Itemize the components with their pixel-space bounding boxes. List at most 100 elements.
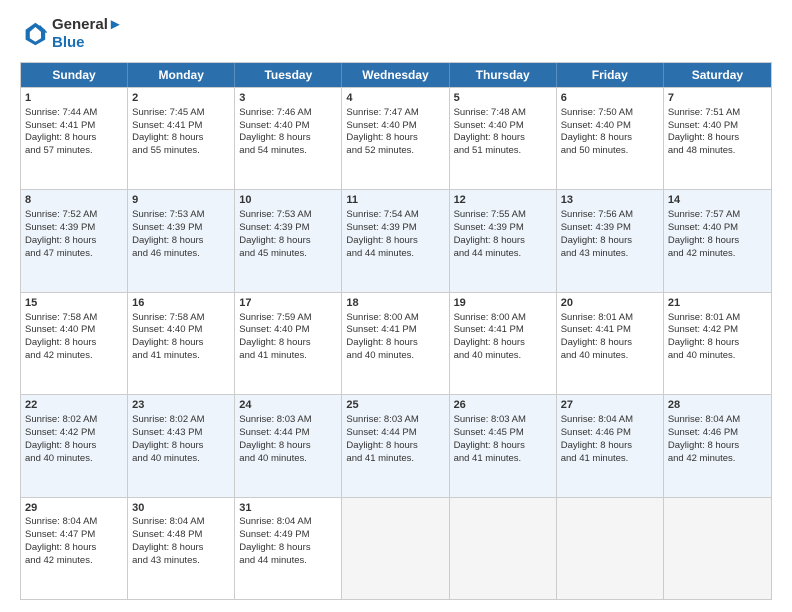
logo: General► Blue: [20, 16, 123, 52]
day-info-line: Sunrise: 8:03 AM: [239, 414, 337, 427]
day-info-line: and 41 minutes.: [132, 350, 230, 363]
day-cell-9: 9Sunrise: 7:53 AMSunset: 4:39 PMDaylight…: [128, 190, 235, 291]
day-info-line: Sunrise: 8:00 AM: [454, 312, 552, 325]
day-info-line: Sunset: 4:42 PM: [25, 427, 123, 440]
day-cell-26: 26Sunrise: 8:03 AMSunset: 4:45 PMDayligh…: [450, 395, 557, 496]
day-info-line: and 42 minutes.: [668, 248, 767, 261]
day-cell-2: 2Sunrise: 7:45 AMSunset: 4:41 PMDaylight…: [128, 88, 235, 189]
day-cell-18: 18Sunrise: 8:00 AMSunset: 4:41 PMDayligh…: [342, 293, 449, 394]
header-day-tuesday: Tuesday: [235, 63, 342, 87]
day-info-line: and 41 minutes.: [239, 350, 337, 363]
day-number: 31: [239, 501, 337, 516]
day-info-line: Sunset: 4:40 PM: [25, 324, 123, 337]
day-info-line: Daylight: 8 hours: [25, 235, 123, 248]
day-info-line: Daylight: 8 hours: [454, 132, 552, 145]
logo-text: General► Blue: [52, 16, 123, 52]
day-info-line: and 40 minutes.: [346, 350, 444, 363]
day-info-line: Sunset: 4:41 PM: [561, 324, 659, 337]
day-info-line: and 40 minutes.: [561, 350, 659, 363]
day-info-line: Sunrise: 7:44 AM: [25, 107, 123, 120]
day-info-line: and 43 minutes.: [561, 248, 659, 261]
day-number: 20: [561, 296, 659, 311]
day-info-line: Daylight: 8 hours: [132, 235, 230, 248]
header-day-wednesday: Wednesday: [342, 63, 449, 87]
day-number: 4: [346, 91, 444, 106]
calendar-body: 1Sunrise: 7:44 AMSunset: 4:41 PMDaylight…: [21, 87, 771, 599]
empty-cell: [342, 498, 449, 599]
day-info-line: Sunrise: 8:04 AM: [561, 414, 659, 427]
day-info-line: Daylight: 8 hours: [239, 337, 337, 350]
day-info-line: Daylight: 8 hours: [561, 132, 659, 145]
day-info-line: Sunset: 4:40 PM: [454, 120, 552, 133]
day-info-line: Sunrise: 8:03 AM: [346, 414, 444, 427]
day-info-line: Sunrise: 7:53 AM: [132, 209, 230, 222]
day-info-line: Sunset: 4:45 PM: [454, 427, 552, 440]
day-info-line: Daylight: 8 hours: [25, 132, 123, 145]
day-number: 29: [25, 501, 123, 516]
day-info-line: Daylight: 8 hours: [132, 542, 230, 555]
day-cell-16: 16Sunrise: 7:58 AMSunset: 4:40 PMDayligh…: [128, 293, 235, 394]
day-info-line: Sunset: 4:43 PM: [132, 427, 230, 440]
header-day-saturday: Saturday: [664, 63, 771, 87]
day-info-line: Sunset: 4:46 PM: [561, 427, 659, 440]
day-info-line: Sunset: 4:40 PM: [668, 120, 767, 133]
day-number: 7: [668, 91, 767, 106]
page: General► Blue SundayMondayTuesdayWednesd…: [0, 0, 792, 612]
calendar-header: SundayMondayTuesdayWednesdayThursdayFrid…: [21, 63, 771, 87]
day-cell-13: 13Sunrise: 7:56 AMSunset: 4:39 PMDayligh…: [557, 190, 664, 291]
day-info-line: Daylight: 8 hours: [132, 132, 230, 145]
day-cell-15: 15Sunrise: 7:58 AMSunset: 4:40 PMDayligh…: [21, 293, 128, 394]
day-info-line: Sunrise: 8:04 AM: [25, 516, 123, 529]
day-info-line: Sunrise: 8:04 AM: [239, 516, 337, 529]
day-info-line: and 48 minutes.: [668, 145, 767, 158]
day-info-line: Sunrise: 7:52 AM: [25, 209, 123, 222]
day-info-line: and 41 minutes.: [454, 453, 552, 466]
day-info-line: Daylight: 8 hours: [25, 542, 123, 555]
day-number: 22: [25, 398, 123, 413]
day-info-line: Daylight: 8 hours: [239, 542, 337, 555]
day-info-line: Sunrise: 7:47 AM: [346, 107, 444, 120]
day-info-line: Sunset: 4:41 PM: [132, 120, 230, 133]
header: General► Blue: [20, 16, 772, 52]
day-info-line: Daylight: 8 hours: [132, 337, 230, 350]
day-number: 9: [132, 193, 230, 208]
day-cell-1: 1Sunrise: 7:44 AMSunset: 4:41 PMDaylight…: [21, 88, 128, 189]
day-info-line: and 50 minutes.: [561, 145, 659, 158]
day-cell-8: 8Sunrise: 7:52 AMSunset: 4:39 PMDaylight…: [21, 190, 128, 291]
day-cell-31: 31Sunrise: 8:04 AMSunset: 4:49 PMDayligh…: [235, 498, 342, 599]
day-info-line: Sunset: 4:40 PM: [239, 324, 337, 337]
day-info-line: Daylight: 8 hours: [239, 235, 337, 248]
day-info-line: Sunset: 4:40 PM: [668, 222, 767, 235]
day-info-line: Sunrise: 7:58 AM: [132, 312, 230, 325]
day-info-line: Daylight: 8 hours: [239, 440, 337, 453]
day-info-line: Sunset: 4:39 PM: [346, 222, 444, 235]
week-row-1: 1Sunrise: 7:44 AMSunset: 4:41 PMDaylight…: [21, 87, 771, 189]
day-number: 27: [561, 398, 659, 413]
day-cell-14: 14Sunrise: 7:57 AMSunset: 4:40 PMDayligh…: [664, 190, 771, 291]
day-info-line: Daylight: 8 hours: [239, 132, 337, 145]
day-number: 3: [239, 91, 337, 106]
day-info-line: and 42 minutes.: [25, 350, 123, 363]
day-info-line: Daylight: 8 hours: [561, 235, 659, 248]
day-info-line: Sunrise: 7:46 AM: [239, 107, 337, 120]
day-cell-17: 17Sunrise: 7:59 AMSunset: 4:40 PMDayligh…: [235, 293, 342, 394]
day-number: 17: [239, 296, 337, 311]
day-info-line: Sunset: 4:39 PM: [454, 222, 552, 235]
day-info-line: Sunset: 4:41 PM: [346, 324, 444, 337]
empty-cell: [450, 498, 557, 599]
logo-icon: [20, 20, 48, 48]
day-info-line: Daylight: 8 hours: [668, 337, 767, 350]
day-cell-30: 30Sunrise: 8:04 AMSunset: 4:48 PMDayligh…: [128, 498, 235, 599]
calendar: SundayMondayTuesdayWednesdayThursdayFrid…: [20, 62, 772, 600]
day-info-line: Sunset: 4:39 PM: [25, 222, 123, 235]
day-cell-11: 11Sunrise: 7:54 AMSunset: 4:39 PMDayligh…: [342, 190, 449, 291]
day-info-line: Sunset: 4:46 PM: [668, 427, 767, 440]
day-number: 14: [668, 193, 767, 208]
day-number: 1: [25, 91, 123, 106]
day-info-line: Daylight: 8 hours: [25, 440, 123, 453]
day-info-line: Daylight: 8 hours: [25, 337, 123, 350]
header-day-friday: Friday: [557, 63, 664, 87]
day-cell-12: 12Sunrise: 7:55 AMSunset: 4:39 PMDayligh…: [450, 190, 557, 291]
day-info-line: and 47 minutes.: [25, 248, 123, 261]
day-cell-4: 4Sunrise: 7:47 AMSunset: 4:40 PMDaylight…: [342, 88, 449, 189]
